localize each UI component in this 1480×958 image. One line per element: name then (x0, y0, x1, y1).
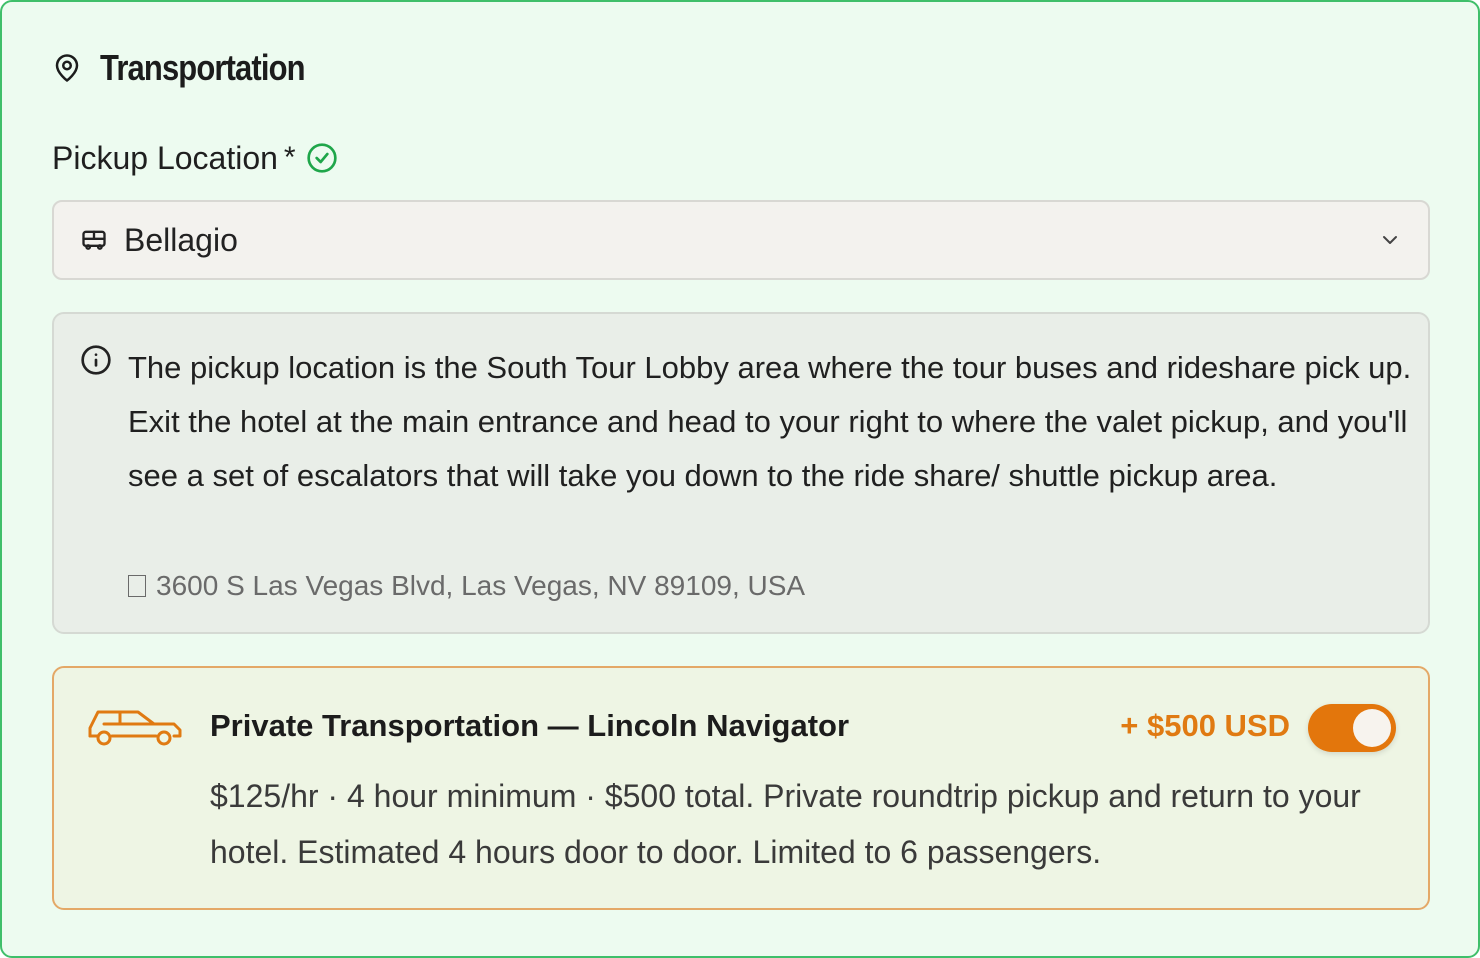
pickup-location-select[interactable]: Bellagio (52, 200, 1430, 280)
transportation-card: Transportation Pickup Location * Bellagi… (0, 0, 1480, 958)
upsell-description: $125/hr · 4 hour minimum · $500 total. P… (210, 778, 1361, 870)
check-circle-icon (306, 141, 340, 175)
address-icon (128, 575, 146, 597)
pickup-info-box: The pickup location is the South Tour Lo… (52, 312, 1430, 634)
car-icon (86, 702, 186, 750)
bus-icon (80, 226, 108, 254)
private-transport-option: Private Transportation — Lincoln Navigat… (52, 666, 1430, 910)
section-header: Transportation (52, 46, 338, 90)
pickup-instructions: The pickup location is the South Tour Lo… (128, 350, 1412, 493)
toggle-knob (1353, 709, 1391, 747)
pickup-address-row: 3600 S Las Vegas Blvd, Las Vegas, NV 891… (128, 570, 805, 602)
required-marker: * (283, 141, 296, 174)
map-pin-icon (52, 52, 84, 84)
private-transport-toggle[interactable] (1308, 704, 1396, 752)
pickup-address: 3600 S Las Vegas Blvd, Las Vegas, NV 891… (156, 570, 806, 601)
section-title: Transportation (100, 47, 306, 88)
info-icon (80, 344, 112, 376)
pickup-label-row: Pickup Location * (52, 136, 340, 180)
pickup-location-value: Bellagio (124, 221, 238, 258)
upsell-price: + $500 USD (1120, 708, 1290, 743)
upsell-title: Private Transportation — Lincoln Navigat… (210, 708, 850, 743)
pickup-location-label: Pickup Location (52, 139, 278, 176)
chevron-down-icon (1378, 228, 1402, 252)
